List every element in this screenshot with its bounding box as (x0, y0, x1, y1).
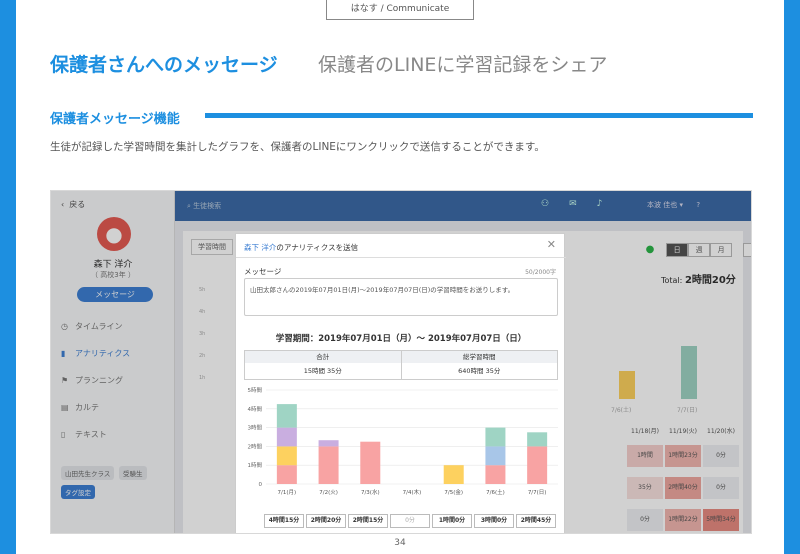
summary-header: 総学習時間 (463, 353, 496, 361)
dialog-title-name: 森下 洋介 (244, 243, 277, 252)
bar-segment (485, 446, 506, 466)
summary-value: 640時間 35分 (458, 367, 501, 375)
bar-segment (318, 446, 339, 484)
study-time-chart: 0 1時間 2時間 3時間 4時間 5時間 7/1(月) 7/2(火) 7/3(水) 7/4(木)… (248, 386, 558, 496)
study-period: 学習期間：2019年07月01日（月）〜 2019年07月07日（日） (275, 334, 527, 344)
section-title: 保護者メッセージ機能 (50, 112, 180, 127)
summary-value-row: 15時間 35分 640時間 35分 (245, 363, 557, 379)
x-tick-label: 7/7(日) (528, 489, 547, 496)
y-tick-label: 4時間 (248, 405, 263, 413)
bar-segment (276, 427, 297, 447)
x-tick-label: 7/3(水) (361, 488, 380, 496)
daily-total: 3時間0分 (474, 514, 514, 528)
section-divider (205, 113, 753, 118)
dialog-title: 森下 洋介のアナリティクスを送信 (244, 242, 358, 253)
daily-total: 4時間15分 (264, 514, 304, 528)
daily-totals: 4時間15分 2時間20分 2時間15分 0分 1時間0分 3時間0分 2時間4… (264, 514, 558, 528)
daily-total: 2時間45分 (516, 514, 556, 528)
section-description: 生徒が記録した学習時間を集計したグラフを、保護者のLINEにワンクリックで送信す… (50, 141, 545, 153)
bar-segment (276, 404, 297, 428)
x-tick-label: 7/5(金) (444, 488, 463, 496)
x-tick-label: 7/4(木) (403, 488, 422, 496)
page-title: 保護者さんへのメッセージ (50, 54, 278, 76)
send-analytics-dialog: 森下 洋介のアナリティクスを送信 ✕ メッセージ 50/2000字 山田太郎さん… (235, 233, 566, 533)
summary-table: 合計 総学習時間 15時間 35分 640時間 35分 (244, 350, 558, 380)
y-tick-label: 5時間 (248, 386, 263, 394)
x-tick-label: 7/2(火) (319, 490, 338, 496)
bar-segment (276, 446, 297, 466)
dialog-divider (236, 257, 566, 258)
bar-segment (527, 432, 548, 447)
chapter-tab: はなす / Communicate (326, 0, 474, 20)
close-icon[interactable]: ✕ (547, 238, 556, 251)
character-counter: 50/2000字 (525, 269, 556, 276)
bar-segment (276, 465, 297, 484)
daily-total: 2時間20分 (306, 514, 346, 528)
app-screenshot: ⌕ 生徒検索 ⚇✉♪ 本波 佳也 ▾ ? ‹ 戻る ● 森下 洋介 （ 高校3年… (50, 190, 752, 534)
right-frame-bar (784, 0, 800, 554)
dialog-title-text: のアナリティクスを送信 (276, 243, 359, 252)
y-tick-label: 2時間 (248, 442, 263, 450)
y-tick-label: 3時間 (248, 424, 263, 432)
daily-total: 0分 (390, 514, 430, 528)
bar-segment (443, 465, 464, 484)
bar-segment (485, 465, 506, 484)
bar-segment (318, 440, 339, 447)
summary-value: 15時間 35分 (245, 363, 402, 379)
left-frame-bar (0, 0, 16, 554)
summary-header: 合計 (245, 351, 402, 363)
message-label: メッセージ (244, 267, 282, 276)
bar-segment (485, 427, 506, 447)
x-tick-label: 7/1(月) (278, 489, 297, 496)
x-tick-label: 7/6(土) (486, 488, 505, 496)
y-tick-label: 1時間 (248, 461, 263, 469)
daily-total: 2時間15分 (348, 514, 388, 528)
bar-segment (360, 441, 381, 484)
daily-total: 1時間0分 (432, 514, 472, 528)
y-tick-label: 0 (259, 482, 263, 488)
page-subtitle: 保護者のLINEに学習記録をシェア (318, 54, 608, 76)
summary-header-row: 合計 総学習時間 (245, 351, 557, 363)
page-number: 34 (394, 538, 406, 548)
bar-segment (527, 446, 548, 484)
message-textarea[interactable]: 山田太郎さんの2019年07月01日(月)〜2019年07月07日(日)の学習時… (244, 278, 558, 316)
